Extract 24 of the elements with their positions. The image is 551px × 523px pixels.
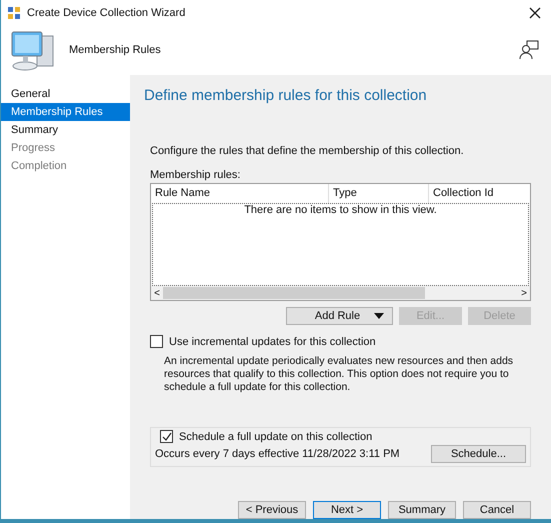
scroll-right-arrow[interactable]: > [518, 288, 530, 298]
description-text: Configure the rules that define the membership of this collection. [150, 145, 465, 157]
scroll-left-arrow[interactable]: < [151, 288, 163, 298]
dropdown-button[interactable]: Add Rule [286, 307, 393, 325]
list-label: Membership rules: [150, 169, 242, 181]
schedule-button[interactable]: Schedule... [431, 445, 526, 463]
column-header[interactable]: Rule Name [151, 184, 329, 203]
wizard-step[interactable]: Membership Rules [1, 103, 130, 121]
schedule-text: Occurs every 7 days effective 11/28/2022 3:11 PM [155, 448, 400, 460]
nav-button[interactable]: < Previous [238, 501, 306, 519]
wizard-step[interactable]: Summary [1, 121, 130, 139]
incremental-note: An incremental update periodically evaluates new resources and then adds resources that qualify to this collection. This option does not require you to schedule a full update for this collection. [163, 355, 514, 394]
nav-button[interactable]: Summary [388, 501, 456, 519]
wizard-step[interactable]: General [1, 85, 130, 103]
section-heading: Define membership rules for this collection [144, 87, 428, 104]
column-header[interactable]: Collection Id [429, 184, 530, 203]
checkbox-label[interactable]: Use incremental updates for this collection [169, 336, 376, 348]
nav-button[interactable]: Cancel [463, 501, 531, 519]
empty-message: There are no items to show in this view. [244, 204, 437, 216]
page-title: Membership Rules [69, 44, 161, 56]
nav-button[interactable]: Next > [313, 501, 381, 519]
window-title: Create Device Collection Wizard [27, 6, 186, 18]
checkbox-label[interactable]: Schedule a full update on this collection [179, 430, 372, 442]
column-header[interactable]: Type [329, 184, 429, 203]
